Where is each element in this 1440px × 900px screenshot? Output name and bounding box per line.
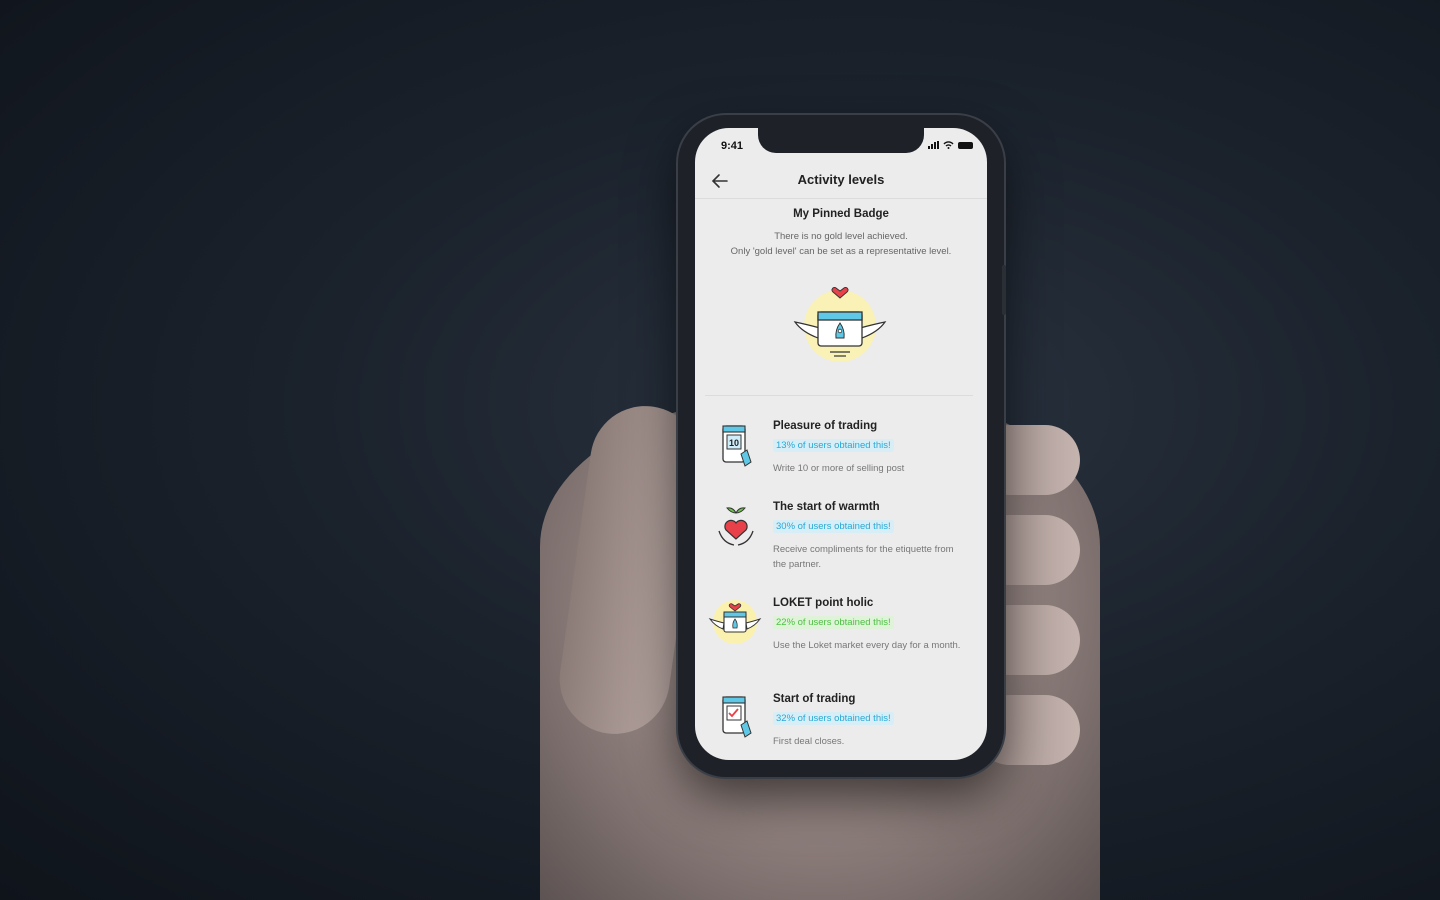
calendar-number: 10 <box>729 438 739 448</box>
badge-description: First deal closes. <box>773 736 845 747</box>
phone-screen: 9:41 Activity levels My Pinned Badge The… <box>695 128 987 760</box>
status-time: 9:41 <box>721 140 744 152</box>
badge-stat: 32% of users obtained this! <box>773 712 894 725</box>
winged-calendar-icon[interactable] <box>790 286 890 366</box>
heart-sprout-hands-icon <box>718 507 754 546</box>
badge-stat: 13% of users obtained this! <box>773 439 894 452</box>
winged-calendar-icon <box>708 600 762 644</box>
pinned-desc-line2: Only 'gold level' can be set as a repres… <box>730 246 952 257</box>
badge-description: Write 10 or more of selling post <box>773 463 905 474</box>
wifi-icon <box>943 141 954 149</box>
badge-name: The start of warmth <box>773 501 880 513</box>
phone-10-icon: 10 <box>722 425 752 467</box>
pinned-badge-description: There is no gold level achieved. Only 'g… <box>695 229 987 259</box>
phone-check-icon <box>722 696 752 738</box>
app-header: Activity levels <box>695 166 987 199</box>
divider <box>705 395 973 396</box>
pinned-badge-title: My Pinned Badge <box>793 208 889 220</box>
badge-stat: 22% of users obtained this! <box>773 616 894 629</box>
pinned-desc-line1: There is no gold level achieved. <box>774 231 908 242</box>
badge-name: Start of trading <box>773 693 856 705</box>
status-icons <box>928 141 973 149</box>
battery-icon <box>958 141 973 149</box>
badge-name: Pleasure of trading <box>773 420 878 432</box>
signal-icon <box>928 141 939 149</box>
badge-description: Use the Loket market every day for a mon… <box>773 640 961 651</box>
page-title: Activity levels <box>797 172 885 187</box>
notch <box>758 128 924 153</box>
badge-description: Receive compliments for the etiquette fr… <box>773 544 954 570</box>
power-button <box>1002 265 1006 315</box>
badge-name: LOKET point holic <box>773 597 874 609</box>
badge-stat: 30% of users obtained this! <box>773 520 894 533</box>
